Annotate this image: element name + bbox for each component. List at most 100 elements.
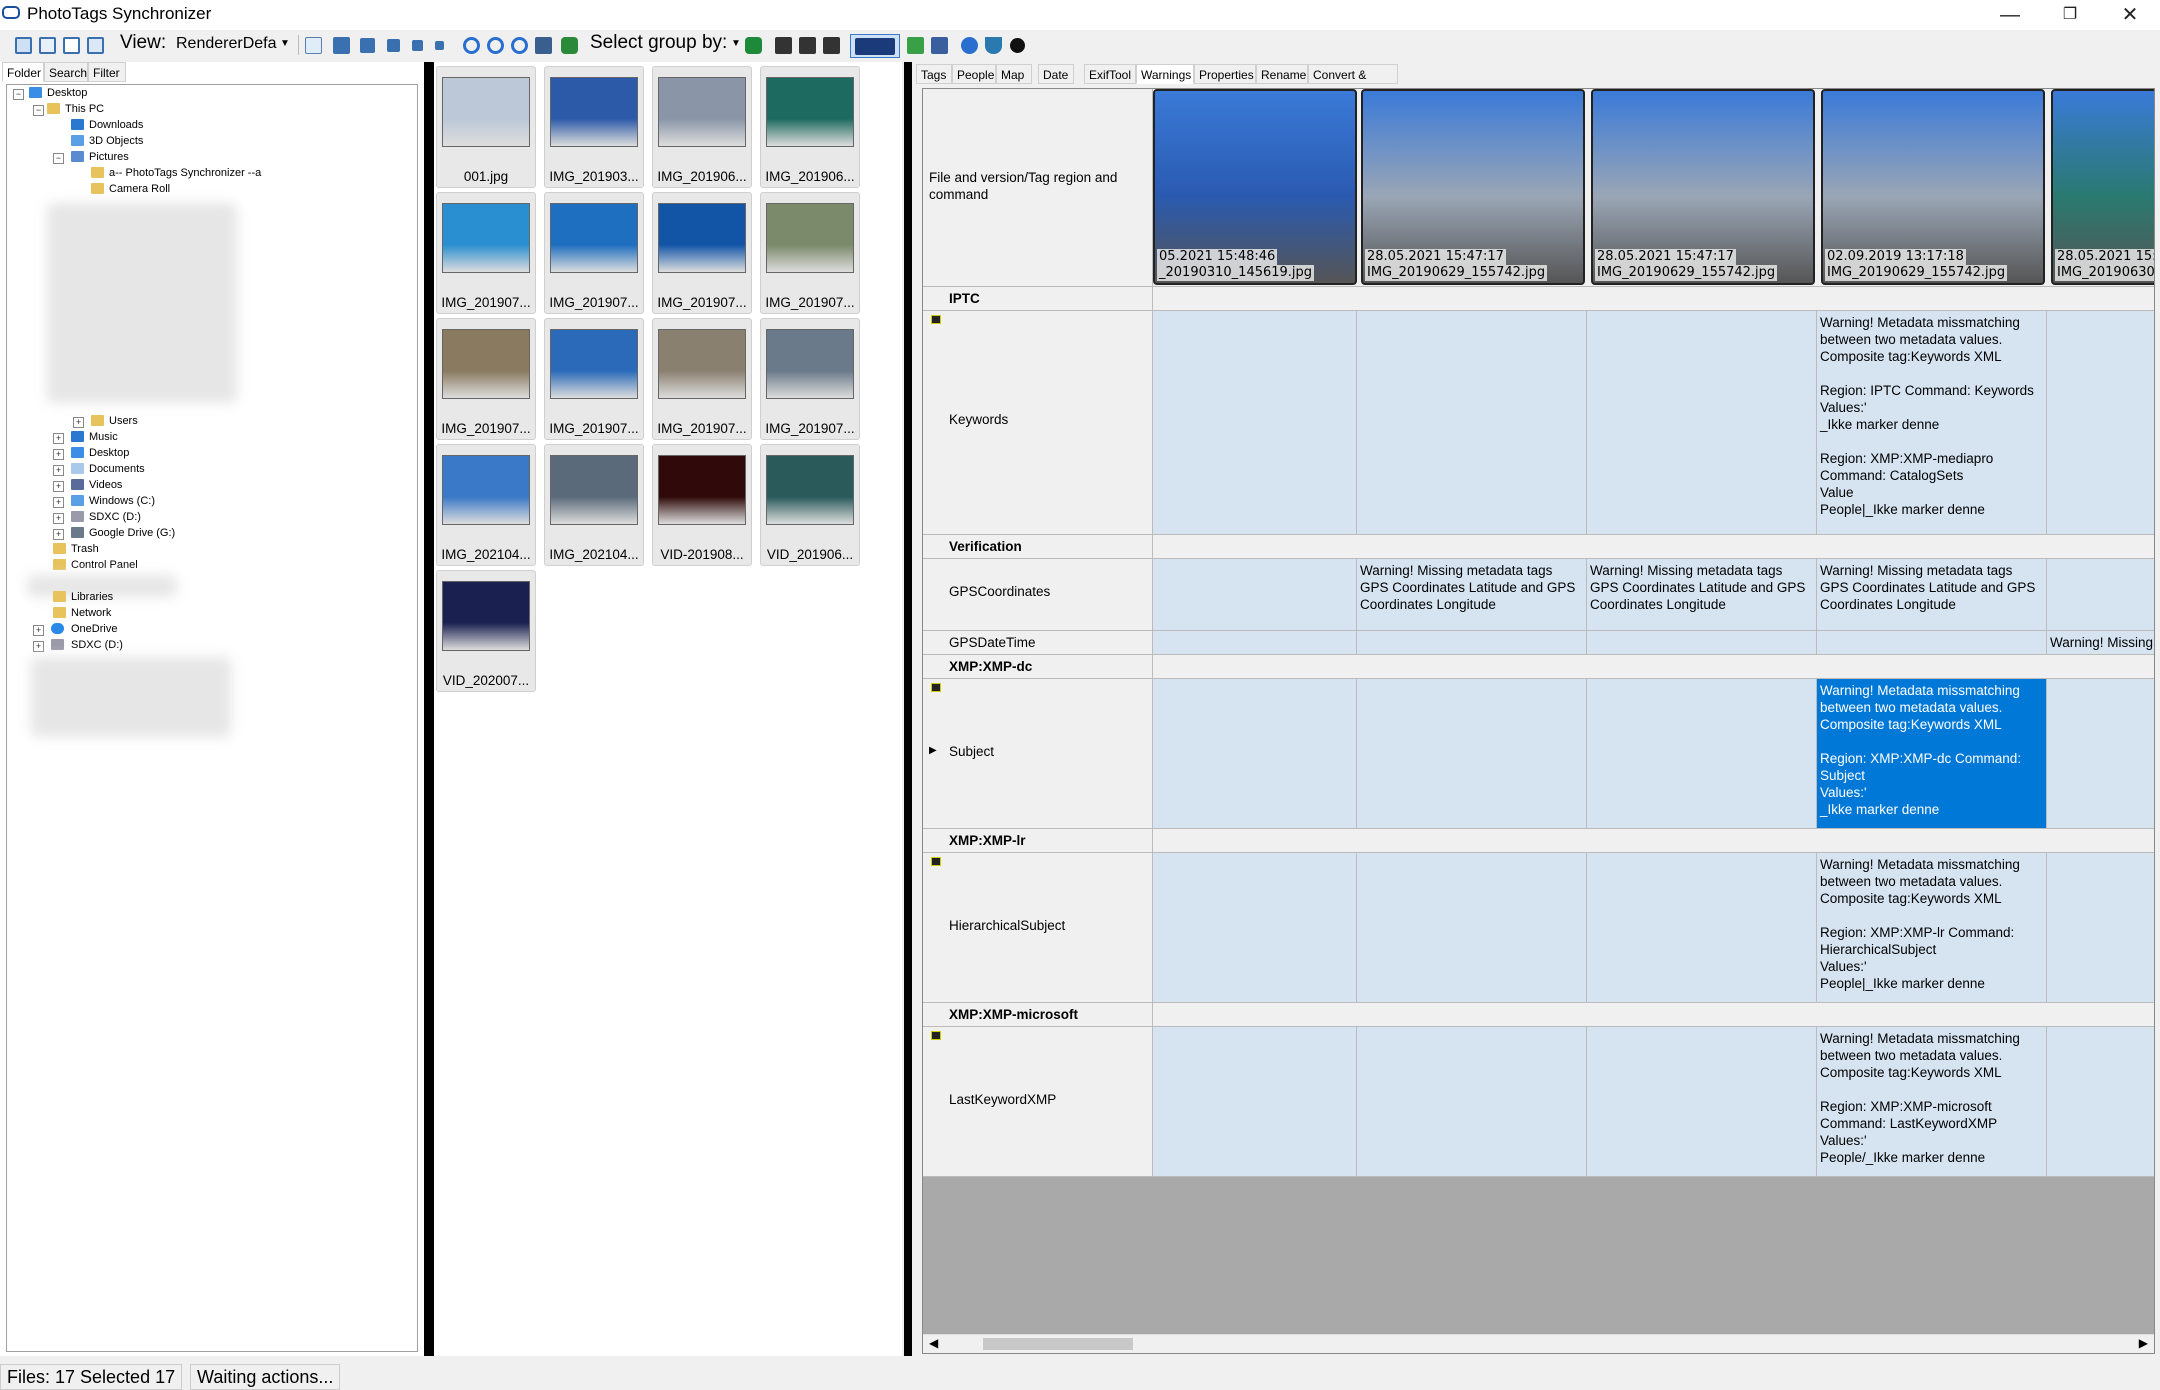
green-sync-icon[interactable]: [742, 34, 764, 56]
warning-cell[interactable]: Warning! Metadata missmatching between t…: [1817, 311, 2047, 535]
expand-icon[interactable]: +: [33, 641, 44, 652]
columns-1-icon[interactable]: [820, 34, 842, 56]
tab-rename[interactable]: Rename: [1256, 64, 1308, 84]
thumbnail-item[interactable]: IMG_202104...: [436, 444, 536, 566]
thumbnail-item[interactable]: IMG_201907...: [652, 192, 752, 314]
tree-item-pictures[interactable]: Pictures: [89, 149, 129, 165]
expand-icon[interactable]: +: [53, 433, 64, 444]
data-cell[interactable]: [2047, 679, 2154, 829]
photo-header[interactable]: 05.2021 15:48:46 _20190310_145619.jpg: [1153, 89, 1357, 285]
splitter[interactable]: [902, 62, 914, 1356]
group-xmp-dc[interactable]: XMP:XMP-dc: [923, 655, 1153, 679]
tree-item-3d-objects[interactable]: 3D Objects: [89, 133, 143, 149]
collapse-icon[interactable]: −: [53, 153, 64, 164]
data-cell[interactable]: [2047, 1027, 2154, 1177]
thumbnail-item[interactable]: VID_201906...: [760, 444, 860, 566]
data-cell[interactable]: [2047, 559, 2154, 631]
chevron-down-icon[interactable]: ▼: [280, 38, 290, 49]
thumbnail-item[interactable]: IMG_201906...: [760, 66, 860, 188]
tiles-view-icon[interactable]: [84, 34, 106, 56]
image-large-icon[interactable]: [330, 34, 352, 56]
row-last-keyword-xmp[interactable]: LastKeywordXMP: [923, 1027, 1153, 1177]
data-cell[interactable]: [1587, 631, 1817, 655]
thumbnail-item[interactable]: IMG_201907...: [652, 318, 752, 440]
tab-search[interactable]: Search: [44, 62, 88, 82]
image-medium-icon[interactable]: [356, 34, 378, 56]
scroll-left-icon[interactable]: ◀: [929, 1336, 938, 1350]
data-cell[interactable]: [2047, 311, 2154, 535]
tree-item-google-drive[interactable]: Google Drive (G:): [89, 525, 175, 541]
row-gps-datetime[interactable]: GPSDateTime: [923, 631, 1153, 655]
tree-item-control-panel[interactable]: Control Panel: [71, 557, 138, 573]
list-view-icon[interactable]: [36, 34, 58, 56]
photo-header[interactable]: 02.09.2019 13:17:18 IMG_20190629_155742.j…: [1821, 89, 2045, 285]
map-icon[interactable]: [904, 34, 926, 56]
warning-cell[interactable]: Warning! Missing metadata tags GPS Coord…: [1357, 559, 1587, 631]
photo-header[interactable]: 28.05.2021 15: IMG_20190630_: [2051, 89, 2154, 285]
selected-warning-cell[interactable]: Warning! Metadata missmatching between t…: [1817, 679, 2047, 829]
photo-header[interactable]: 28.05.2021 15:47:17 IMG_20190629_155742.j…: [1361, 89, 1585, 285]
view-dropdown[interactable]: RendererDefa: [176, 35, 277, 53]
data-cell[interactable]: [1153, 679, 1357, 829]
tree-item-desktop[interactable]: Desktop: [47, 85, 87, 101]
collapse-icon[interactable]: −: [33, 105, 44, 116]
scroll-right-icon[interactable]: ▶: [2139, 1336, 2148, 1350]
data-cell[interactable]: [1587, 679, 1817, 829]
tab-convert-merge[interactable]: Convert & Merge: [1308, 64, 1398, 102]
data-cell[interactable]: [1153, 559, 1357, 631]
thumbnail-item[interactable]: IMG_201907...: [436, 318, 536, 440]
data-cell[interactable]: [1587, 311, 1817, 535]
thumbnail-item[interactable]: IMG_201907...: [760, 318, 860, 440]
tree-item-sdxc-d-2[interactable]: SDXC (D:): [71, 637, 123, 653]
data-cell[interactable]: [2047, 853, 2154, 1003]
expand-icon[interactable]: +: [53, 513, 64, 524]
row-subject[interactable]: Subject: [923, 679, 1153, 829]
thumbnail-view-icon[interactable]: [12, 34, 34, 56]
tree-item-pts-folder[interactable]: a-- PhotoTags Synchronizer --a: [109, 165, 261, 181]
columns-3-icon[interactable]: [772, 34, 794, 56]
photo-header[interactable]: 28.05.2021 15:47:17 IMG_20190629_155742.j…: [1591, 89, 1815, 285]
image-tiny-icon[interactable]: [406, 34, 428, 56]
data-cell[interactable]: [1357, 631, 1587, 655]
warning-cell[interactable]: Warning! Metadata missmatching between t…: [1817, 1027, 2047, 1177]
tab-people[interactable]: People: [952, 64, 996, 84]
split-view-icon[interactable]: [850, 34, 900, 58]
gear-icon[interactable]: [958, 34, 980, 56]
row-hierarchical-subject[interactable]: HierarchicalSubject: [923, 853, 1153, 1003]
expand-icon[interactable]: +: [53, 481, 64, 492]
splitter[interactable]: [424, 62, 434, 1356]
close-button[interactable]: ✕: [2100, 0, 2160, 30]
data-cell[interactable]: [1357, 311, 1587, 535]
thumbnail-item[interactable]: VID_202007...: [436, 570, 536, 692]
tab-exiftool[interactable]: ExifTool: [1084, 64, 1136, 84]
collapse-icon[interactable]: −: [13, 89, 24, 100]
warning-cell[interactable]: Warning! Missing: [2047, 631, 2154, 655]
tab-date[interactable]: Date: [1038, 64, 1074, 84]
expand-icon[interactable]: +: [73, 417, 84, 428]
thumbnail-item[interactable]: IMG_201907...: [436, 192, 536, 314]
thumbnail-item[interactable]: IMG_201907...: [544, 192, 644, 314]
tab-filter[interactable]: Filter: [88, 62, 126, 82]
grid-icon[interactable]: [302, 34, 324, 56]
save-all-icon[interactable]: [532, 34, 554, 56]
columns-2-icon[interactable]: [796, 34, 818, 56]
tree-item-trash[interactable]: Trash: [71, 541, 99, 557]
tree-item-sdxc-d[interactable]: SDXC (D:): [89, 509, 141, 525]
tree-item-music[interactable]: Music: [89, 429, 118, 445]
tree-item-network[interactable]: Network: [71, 605, 111, 621]
tab-properties[interactable]: Properties: [1194, 64, 1256, 84]
tree-item-windows-c[interactable]: Windows (C:): [89, 493, 155, 509]
thumbnail-item[interactable]: IMG_201903...: [544, 66, 644, 188]
data-cell[interactable]: [1357, 1027, 1587, 1177]
data-cell[interactable]: [1153, 631, 1357, 655]
tree-item-libraries[interactable]: Libraries: [71, 589, 113, 605]
thumbnail-item[interactable]: IMG_201907...: [760, 192, 860, 314]
expand-icon[interactable]: +: [53, 529, 64, 540]
tab-warnings[interactable]: Warnings: [1136, 64, 1194, 84]
thumbnail-item[interactable]: IMG_202104...: [544, 444, 644, 566]
tree-item-videos[interactable]: Videos: [89, 477, 122, 493]
tree-item-this-pc[interactable]: This PC: [65, 101, 104, 117]
image-small-icon[interactable]: [382, 34, 404, 56]
tab-folder[interactable]: Folder: [2, 62, 44, 82]
data-cell[interactable]: [1587, 1027, 1817, 1177]
